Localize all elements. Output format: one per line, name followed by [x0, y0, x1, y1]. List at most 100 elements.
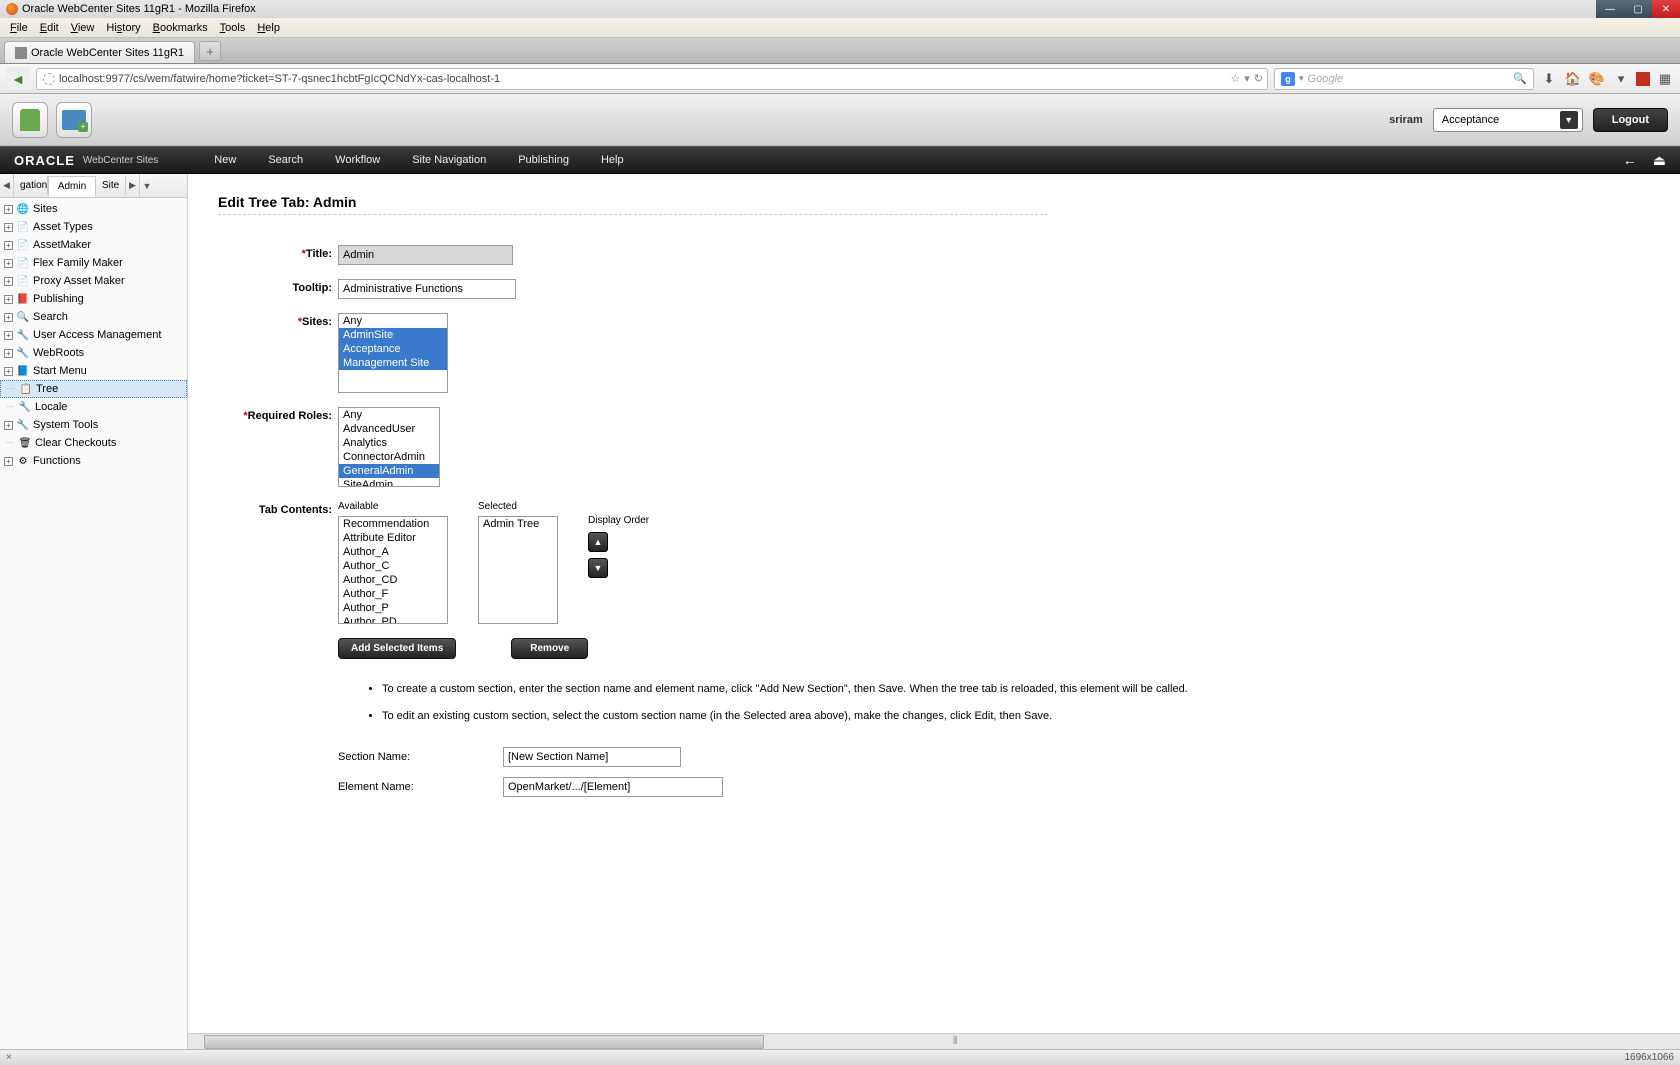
- tree-item-tree[interactable]: ⋯📋Tree: [0, 380, 187, 398]
- list-item[interactable]: Attribute Editor: [339, 531, 447, 545]
- expand-icon[interactable]: +: [4, 241, 13, 250]
- tab-navigation[interactable]: gation: [14, 176, 48, 195]
- tree-item-start-menu[interactable]: +📘Start Menu: [0, 362, 187, 380]
- menu-file[interactable]: File: [4, 20, 34, 36]
- tab-scroll-right[interactable]: ▶: [126, 174, 140, 197]
- move-down-button[interactable]: ▼: [588, 558, 608, 578]
- list-item[interactable]: Author_A: [339, 545, 447, 559]
- tree-item-proxy-asset-maker[interactable]: +📄Proxy Asset Maker: [0, 272, 187, 290]
- element-name-input[interactable]: [503, 777, 723, 797]
- list-item[interactable]: Admin Tree: [479, 517, 557, 531]
- addon-icon-1[interactable]: [1636, 72, 1650, 86]
- logout-button[interactable]: Logout: [1593, 108, 1668, 132]
- list-item[interactable]: Author_PD: [339, 615, 447, 624]
- tree-item-asset-types[interactable]: +📄Asset Types: [0, 218, 187, 236]
- horizontal-scrollbar[interactable]: ⦀: [188, 1033, 1680, 1049]
- palette-icon[interactable]: 🎨: [1588, 70, 1606, 88]
- expand-icon[interactable]: +: [4, 223, 13, 232]
- reload-icon[interactable]: ↻: [1254, 72, 1263, 85]
- required-roles-select[interactable]: AnyAdvancedUserAnalyticsConnectorAdminGe…: [338, 407, 440, 487]
- expand-icon[interactable]: ⋯: [4, 403, 15, 412]
- list-item[interactable]: Recommendation: [339, 517, 447, 531]
- list-item[interactable]: Author_CD: [339, 573, 447, 587]
- list-item[interactable]: Any: [339, 408, 439, 422]
- tree-item-flex-family-maker[interactable]: +📄Flex Family Maker: [0, 254, 187, 272]
- tree-item-system-tools[interactable]: +🔧System Tools: [0, 416, 187, 434]
- download-icon[interactable]: ⬇: [1540, 70, 1558, 88]
- nav-help[interactable]: Help: [585, 154, 640, 166]
- list-item[interactable]: GeneralAdmin: [339, 464, 439, 478]
- expand-icon[interactable]: +: [4, 295, 13, 304]
- search-box[interactable]: g ▾ Google 🔍: [1274, 68, 1534, 90]
- tree-item-locale[interactable]: ⋯🔧Locale: [0, 398, 187, 416]
- remove-button[interactable]: Remove: [511, 638, 588, 659]
- nav-site-navigation[interactable]: Site Navigation: [396, 154, 502, 166]
- app-window-button[interactable]: [56, 102, 92, 138]
- statusbar-close-icon[interactable]: ×: [6, 1052, 12, 1063]
- tree-item-webroots[interactable]: +🔧WebRoots: [0, 344, 187, 362]
- expand-icon[interactable]: +: [4, 277, 13, 286]
- list-item[interactable]: Management Site: [339, 356, 447, 370]
- nav-new[interactable]: New: [198, 154, 252, 166]
- section-name-input[interactable]: [503, 747, 681, 767]
- list-item[interactable]: Any: [339, 314, 447, 328]
- menu-help[interactable]: Help: [251, 20, 286, 36]
- expand-icon[interactable]: +: [4, 331, 13, 340]
- search-icon[interactable]: 🔍: [1513, 72, 1527, 85]
- expand-icon[interactable]: +: [4, 313, 13, 322]
- tab-site[interactable]: Site: [96, 176, 126, 195]
- tab-admin[interactable]: Admin: [48, 176, 96, 197]
- expand-icon[interactable]: +: [4, 457, 13, 466]
- tree-item-assetmaker[interactable]: +📄AssetMaker: [0, 236, 187, 254]
- browser-tab[interactable]: Oracle WebCenter Sites 11gR1: [4, 41, 195, 63]
- nav-search[interactable]: Search: [252, 154, 319, 166]
- tree-item-user-access-management[interactable]: +🔧User Access Management: [0, 326, 187, 344]
- scrollbar-thumb[interactable]: [204, 1035, 764, 1049]
- search-dropdown-icon[interactable]: ▾: [1299, 73, 1304, 84]
- addon-icon-2[interactable]: ▦: [1656, 70, 1674, 88]
- tree-item-clear-checkouts[interactable]: ⋯🗑Clear Checkouts: [0, 434, 187, 452]
- dropdown-icon[interactable]: ▾: [1244, 72, 1250, 85]
- selected-list[interactable]: Admin Tree: [478, 516, 558, 624]
- list-item[interactable]: Author_F: [339, 587, 447, 601]
- site-select[interactable]: Acceptance ▼: [1433, 108, 1583, 132]
- url-bar[interactable]: localhost:9977/cs/wem/fatwire/home?ticke…: [36, 68, 1268, 90]
- new-tab-button[interactable]: +: [199, 41, 221, 61]
- tree-item-publishing[interactable]: +📕Publishing: [0, 290, 187, 308]
- expand-icon[interactable]: +: [4, 205, 13, 214]
- window-minimize-button[interactable]: —: [1596, 0, 1624, 18]
- list-item[interactable]: Author_C: [339, 559, 447, 573]
- nav-publishing[interactable]: Publishing: [502, 154, 585, 166]
- tab-menu-dropdown[interactable]: ▼: [140, 174, 154, 197]
- list-item[interactable]: Author_P: [339, 601, 447, 615]
- list-item[interactable]: Acceptance: [339, 342, 447, 356]
- expand-icon[interactable]: ⋯: [4, 439, 15, 448]
- tree-item-search[interactable]: +🔍Search: [0, 308, 187, 326]
- tooltip-input[interactable]: [338, 279, 516, 299]
- list-item[interactable]: ConnectorAdmin: [339, 450, 439, 464]
- bookmark-star-icon[interactable]: ☆: [1230, 72, 1240, 85]
- list-item[interactable]: Analytics: [339, 436, 439, 450]
- menu-view[interactable]: View: [65, 20, 101, 36]
- menu-bookmarks[interactable]: Bookmarks: [147, 20, 214, 36]
- expand-icon[interactable]: +: [4, 259, 13, 268]
- app-shield-button[interactable]: [12, 102, 48, 138]
- window-close-button[interactable]: ✕: [1652, 0, 1680, 18]
- available-list[interactable]: RecommendationAttribute EditorAuthor_AAu…: [338, 516, 448, 624]
- menu-history[interactable]: History: [100, 20, 146, 36]
- tree-item-sites[interactable]: +🌐Sites: [0, 200, 187, 218]
- add-selected-items-button[interactable]: Add Selected Items: [338, 638, 456, 659]
- expand-icon[interactable]: +: [4, 349, 13, 358]
- list-item[interactable]: AdvancedUser: [339, 422, 439, 436]
- tree-item-functions[interactable]: +⚙Functions: [0, 452, 187, 470]
- nav-eject-icon[interactable]: ⏏: [1653, 152, 1666, 169]
- list-item[interactable]: AdminSite: [339, 328, 447, 342]
- expand-icon[interactable]: +: [4, 367, 13, 376]
- nav-back-arrow-icon[interactable]: ←: [1623, 152, 1637, 169]
- list-item[interactable]: SiteAdmin: [339, 478, 439, 487]
- move-up-button[interactable]: ▲: [588, 532, 608, 552]
- nav-workflow[interactable]: Workflow: [319, 154, 396, 166]
- home-icon[interactable]: 🏠: [1564, 70, 1582, 88]
- back-button[interactable]: ◄: [6, 67, 30, 91]
- more-icon[interactable]: ▾: [1612, 70, 1630, 88]
